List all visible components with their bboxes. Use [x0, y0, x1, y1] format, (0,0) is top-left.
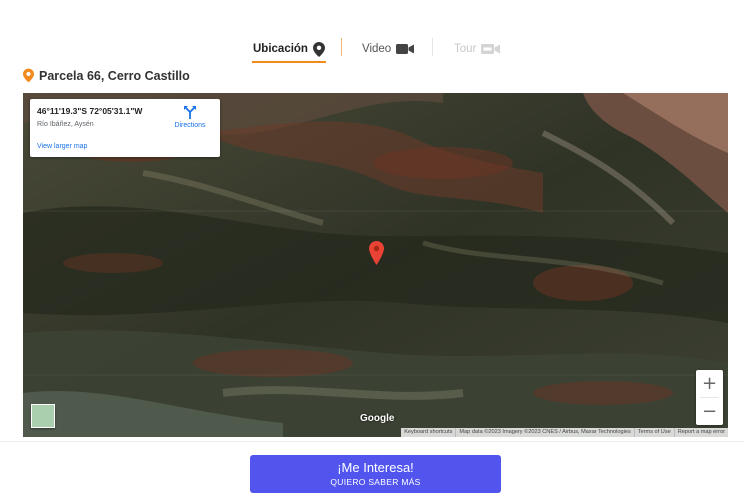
map-data-credit: Map data ©2023 Imagery ©2023 CNES / Airb…	[455, 428, 633, 437]
zoom-controls: + −	[696, 370, 723, 425]
tab-video-label: Video	[362, 43, 392, 55]
property-page: Ubicación Video Tour Parcela 66, Cerro C…	[0, 0, 744, 500]
location-heading: Parcela 66, Cerro Castillo	[23, 68, 190, 83]
map-marker-icon	[369, 241, 384, 265]
tab-ubicacion[interactable]: Ubicación	[252, 38, 326, 63]
media-tabs: Ubicación Video Tour	[0, 36, 744, 63]
map-pin-icon	[23, 68, 34, 83]
report-map-error-link[interactable]: Report a map error	[673, 428, 728, 437]
map-place-name: Río Ibáñez, Aysén	[37, 121, 94, 128]
map-type-toggle[interactable]	[31, 404, 55, 428]
tab-divider	[432, 38, 433, 56]
directions-button[interactable]: Directions	[170, 105, 210, 129]
satellite-map[interactable]: 46°11'19.3"S 72°05'31.1"W Río Ibáñez, Ay…	[23, 93, 728, 437]
tab-video[interactable]: Video	[362, 38, 415, 60]
zoom-out-button[interactable]: −	[696, 398, 723, 425]
directions-icon	[184, 106, 196, 119]
map-info-card: 46°11'19.3"S 72°05'31.1"W Río Ibáñez, Ay…	[30, 99, 220, 157]
interest-button[interactable]: ¡Me Interesa! QUIERO SABER MÁS	[250, 455, 501, 493]
video-camera-icon	[396, 44, 415, 54]
map-marker[interactable]	[369, 241, 384, 270]
tour-360-icon	[481, 44, 501, 54]
divider	[0, 441, 744, 442]
interest-button-title: ¡Me Interesa!	[337, 460, 414, 475]
zoom-in-button[interactable]: +	[696, 370, 723, 397]
tab-divider	[341, 38, 342, 56]
keyboard-shortcuts-link[interactable]: Keyboard shortcuts	[401, 428, 455, 437]
map-coordinates: 46°11'19.3"S 72°05'31.1"W	[37, 106, 143, 116]
location-title: Parcela 66, Cerro Castillo	[39, 68, 190, 83]
directions-label: Directions	[174, 122, 206, 129]
google-logo: Google	[360, 413, 395, 424]
tab-tour-label: Tour	[454, 43, 477, 55]
interest-button-subtitle: QUIERO SABER MÁS	[330, 477, 421, 487]
map-attribution: Keyboard shortcuts Map data ©2023 Imager…	[401, 428, 728, 437]
terms-of-use-link[interactable]: Terms of Use	[633, 428, 674, 437]
tab-ubicacion-label: Ubicación	[253, 43, 308, 55]
map-pin-icon	[312, 41, 325, 57]
tab-tour[interactable]: Tour	[454, 38, 501, 60]
view-larger-map-link[interactable]: View larger map	[37, 143, 87, 150]
